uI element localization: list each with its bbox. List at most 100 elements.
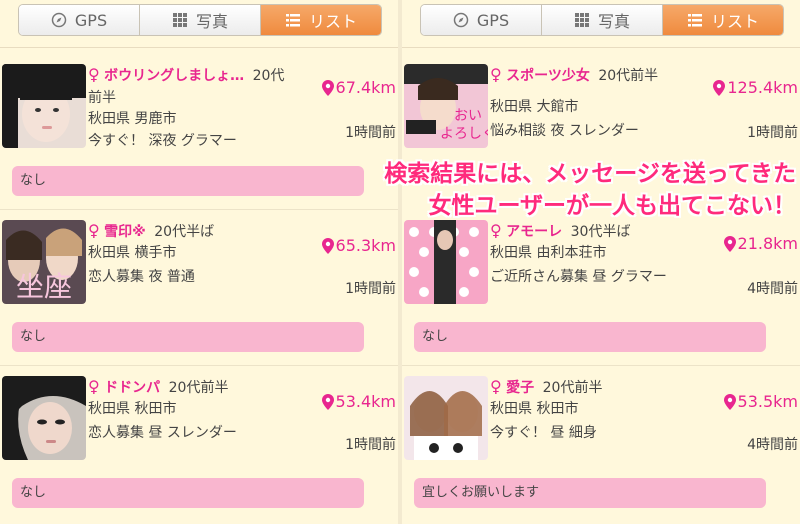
user-age: 20代 — [252, 68, 285, 84]
overlay-caption: 検索結果には、メッセージを送ってきた 女性ユーザーが一人も出てこない！ — [320, 158, 800, 222]
female-icon: ♀ — [88, 65, 100, 84]
distance: 21.8km — [723, 234, 798, 253]
name-line: ♀ ドドンパ 20代前半 — [88, 376, 316, 399]
overlay-line-1: 検索結果には、メッセージを送ってきた — [384, 161, 796, 187]
compass-icon — [51, 12, 67, 28]
location-pin-icon — [321, 393, 334, 410]
distance: 125.4km — [713, 78, 798, 97]
user-card[interactable]: ♀ ドドンパ 20代前半 秋田県 秋田市 恋人募集 昼 スレンダー 53.4km… — [0, 362, 398, 522]
message-preview[interactable]: なし — [12, 322, 364, 352]
user-location: 秋田県 秋田市 — [88, 398, 328, 420]
list-icon — [687, 14, 702, 27]
tab-photo-label: 写真 — [195, 12, 228, 31]
user-card[interactable]: 坐座 ♀ 雪印※ 20代半ば 秋田県 横手市 恋人募集 夜 普通 65.3km … — [0, 206, 398, 366]
user-age: 20代半ば — [154, 224, 215, 240]
distance: 67.4km — [321, 78, 396, 97]
user-tags: ご近所さん募集 昼 グラマー — [490, 269, 667, 285]
distance-value: 21.8km — [737, 234, 798, 253]
user-location: 秋田県 横手市 — [88, 242, 328, 264]
last-active: 4時間前 — [747, 437, 798, 453]
last-active: 1時間前 — [345, 125, 396, 141]
message-preview[interactable]: なし — [12, 166, 364, 196]
message-preview[interactable]: なし — [414, 322, 766, 352]
tab-photo[interactable]: 写真 — [542, 5, 663, 35]
user-prefecture: 秋田県 — [88, 111, 130, 127]
overlay-line-2: 女性ユーザーが一人も出てこない！ — [428, 193, 796, 219]
female-icon: ♀ — [490, 377, 502, 396]
user-age: 20代前半 — [168, 380, 229, 396]
user-avatar[interactable]: おいよろしく — [404, 64, 488, 148]
svg-text:おい: おい — [454, 108, 482, 124]
user-prefecture: 秋田県 — [88, 401, 130, 417]
compass-icon — [453, 12, 469, 28]
left-panel: GPS 写真 リスト ♀ ボウリングしましょ… 20代 前半 秋田県 男鹿市 今… — [0, 0, 398, 524]
grid-icon — [172, 13, 187, 27]
user-avatar[interactable]: 坐座 — [2, 220, 86, 304]
tab-photo[interactable]: 写真 — [140, 5, 261, 35]
user-card[interactable]: ♀ 愛子 20代前半 秋田県 秋田市 今すぐ！ 昼 細身 53.5km 4時間前… — [402, 362, 800, 522]
user-avatar[interactable] — [404, 376, 488, 460]
location-pin-icon — [321, 237, 334, 254]
user-tags: 今すぐ！ 深夜 グラマー — [88, 133, 237, 149]
user-tags: 今すぐ！ 昼 細身 — [490, 425, 597, 441]
user-tags: 恋人募集 夜 普通 — [88, 269, 195, 285]
distance-value: 53.5km — [737, 392, 798, 411]
user-location: 秋田県 秋田市 — [490, 398, 730, 420]
user-tags: 悩み相談 夜 スレンダー — [490, 123, 639, 139]
user-city: 大館市 — [536, 99, 579, 115]
user-avatar[interactable] — [2, 64, 86, 148]
last-active: 4時間前 — [747, 281, 798, 297]
user-city: 秋田市 — [536, 401, 579, 417]
user-card[interactable]: ♀ アモーレ 30代半ば 秋田県 由利本荘市 ご近所さん募集 昼 グラマー 21… — [402, 206, 800, 366]
last-active: 1時間前 — [747, 125, 798, 141]
last-active: 1時間前 — [345, 281, 396, 297]
user-name: スポーツ少女 — [506, 68, 590, 84]
tab-gps[interactable]: GPS — [19, 5, 140, 35]
right-panel: GPS 写真 リスト おいよろしく ♀ スポーツ少女 20代前半 秋田県 大館市… — [402, 0, 800, 524]
user-prefecture: 秋田県 — [490, 245, 532, 261]
location-pin-icon — [723, 235, 736, 252]
female-icon: ♀ — [88, 221, 100, 240]
distance: 65.3km — [321, 236, 396, 255]
tab-list-label: リスト — [710, 12, 759, 31]
list-icon — [285, 14, 300, 27]
tab-group: GPS 写真 リスト — [18, 4, 382, 36]
grid-icon — [574, 13, 589, 27]
tab-gps-label: GPS — [74, 10, 108, 30]
user-age: 30代半ば — [570, 224, 631, 240]
name-line: ♀ スポーツ少女 20代前半 — [490, 64, 718, 87]
user-age-detail: 前半 — [88, 90, 116, 106]
tab-bar: GPS 写真 リスト — [402, 0, 800, 48]
name-line: ♀ 雪印※ 20代半ば — [88, 220, 316, 243]
user-name: ボウリングしましょ… — [104, 68, 245, 84]
location-pin-icon — [723, 393, 736, 410]
user-city: 横手市 — [134, 245, 177, 261]
user-location: 秋田県 由利本荘市 — [490, 242, 730, 264]
tab-list[interactable]: リスト — [663, 5, 783, 35]
tab-gps-label: GPS — [476, 10, 510, 30]
user-age: 20代前半 — [598, 68, 659, 84]
female-icon: ♀ — [88, 377, 100, 396]
tab-gps[interactable]: GPS — [421, 5, 542, 35]
tab-photo-label: 写真 — [597, 12, 630, 31]
tab-bar: GPS 写真 リスト — [0, 0, 398, 48]
user-name: 雪印※ — [104, 224, 146, 240]
user-avatar[interactable] — [2, 376, 86, 460]
user-avatar[interactable] — [404, 220, 488, 304]
svg-text:よろしく: よろしく — [440, 126, 488, 142]
user-tags: 恋人募集 昼 スレンダー — [88, 425, 237, 441]
female-icon: ♀ — [490, 65, 502, 84]
tab-list-label: リスト — [308, 12, 357, 31]
message-preview[interactable]: なし — [12, 478, 364, 508]
user-location: 秋田県 大館市 — [490, 96, 730, 118]
user-name: 愛子 — [506, 380, 535, 396]
message-preview[interactable]: 宜しくお願いします — [414, 478, 766, 508]
tab-group: GPS 写真 リスト — [420, 4, 784, 36]
distance-value: 53.4km — [335, 392, 396, 411]
last-active: 1時間前 — [345, 437, 396, 453]
location-pin-icon — [321, 79, 334, 96]
user-prefecture: 秋田県 — [88, 245, 130, 261]
distance: 53.4km — [321, 392, 396, 411]
tab-list[interactable]: リスト — [261, 5, 381, 35]
name-line: ♀ ボウリングしましょ… 20代 前半 — [88, 64, 316, 109]
